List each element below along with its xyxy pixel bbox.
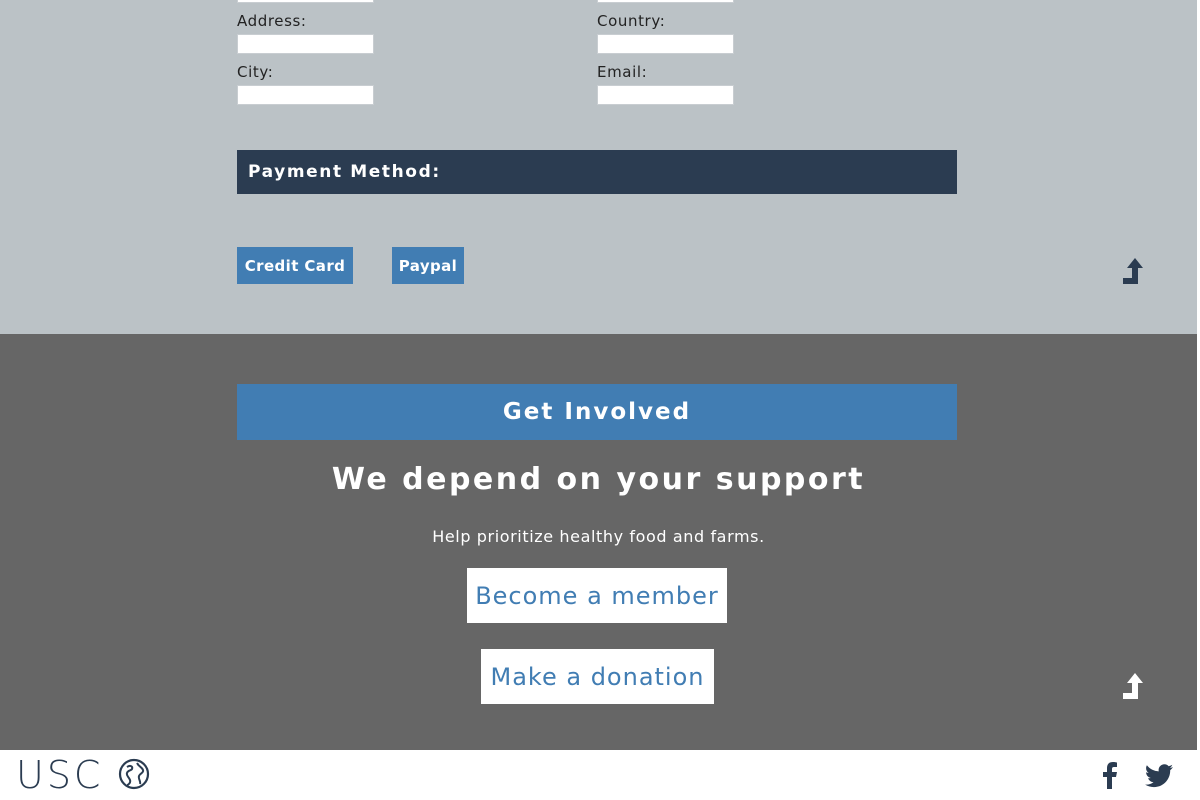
payment-method-header: Payment Method: — [237, 150, 957, 194]
credit-card-button[interactable]: Credit Card — [237, 247, 353, 284]
globe-icon — [118, 758, 150, 790]
email-input[interactable] — [597, 85, 734, 105]
previous-field-input-right[interactable] — [597, 0, 734, 3]
twitter-icon[interactable] — [1145, 760, 1175, 790]
get-involved-section: Get Involved We depend on your support H… — [0, 334, 1197, 750]
become-member-button[interactable]: Become a member — [467, 568, 727, 623]
previous-field-input-left[interactable] — [237, 0, 374, 3]
payment-method-title: Payment Method: — [248, 162, 441, 182]
support-heading: We depend on your support — [331, 462, 866, 497]
site-logo[interactable]: USC — [16, 755, 103, 795]
make-donation-button[interactable]: Make a donation — [481, 649, 714, 704]
scroll-to-top-icon[interactable] — [1122, 256, 1144, 286]
get-involved-banner: Get Involved — [237, 384, 957, 440]
facebook-icon[interactable] — [1095, 760, 1125, 790]
billing-form-section: Address: Country: City: Email: Payment M… — [0, 0, 1197, 334]
address-input[interactable] — [237, 34, 374, 54]
paypal-button[interactable]: Paypal — [392, 247, 464, 284]
city-input[interactable] — [237, 85, 374, 105]
country-input[interactable] — [597, 34, 734, 54]
city-label: City: — [237, 63, 274, 81]
site-footer: USC — [0, 750, 1200, 800]
country-label: Country: — [597, 12, 666, 30]
scroll-to-top-icon[interactable] — [1122, 671, 1144, 701]
email-label: Email: — [597, 63, 648, 81]
support-subheading: Help prioritize healthy food and farms. — [432, 527, 765, 546]
address-label: Address: — [237, 12, 307, 30]
